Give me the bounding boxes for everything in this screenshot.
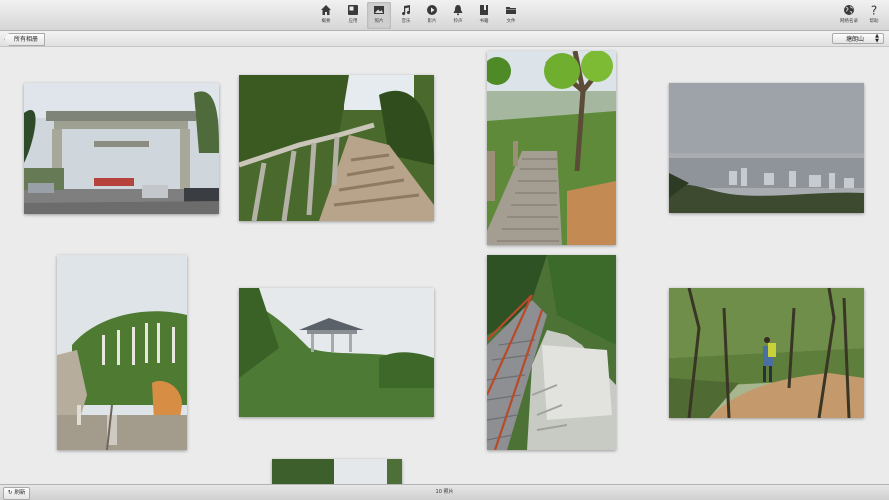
photo-grid	[0, 47, 889, 484]
globe-icon	[844, 5, 854, 15]
toolbar-network[interactable]: 网络名录	[836, 4, 862, 29]
help-icon: ?	[871, 4, 877, 16]
toolbar-photos-label: 照片	[374, 19, 384, 24]
toolbar-movies-label: 影片	[427, 19, 437, 24]
home-icon	[321, 5, 331, 15]
photo-count: 10 照片	[435, 489, 454, 495]
photo-pavilion[interactable]	[239, 288, 434, 417]
toolbar-apps-label: 应用	[348, 19, 358, 24]
photo-partial-image	[272, 459, 402, 484]
toolbar-books[interactable]: 书籍	[472, 4, 496, 29]
toolbar-ringtones-label: 铃声	[453, 19, 463, 24]
main-toolbar: 概要 应用 照片 音乐 影片 铃声 书籍 文件 网络名录 ? 帮助	[0, 0, 889, 31]
all-albums-back-button[interactable]: 所有相册	[4, 33, 46, 46]
toolbar-files-label: 文件	[506, 19, 516, 24]
toolbar-music-label: 音乐	[401, 19, 411, 24]
folder-icon	[506, 7, 516, 14]
photo-tree-stairs-image	[487, 51, 616, 245]
toolbar-books-label: 书籍	[479, 19, 489, 24]
photo-forest-hiker-image	[669, 288, 864, 418]
toolbar-help[interactable]: ? 帮助	[864, 4, 884, 29]
photo-stone-steps-image	[239, 75, 434, 221]
album-select[interactable]: 塘朗山 ▲ ▼	[832, 33, 884, 44]
toolbar-ringtones[interactable]: 铃声	[446, 4, 470, 29]
toolbar-music[interactable]: 音乐	[394, 4, 418, 29]
photo-rock-garden[interactable]	[57, 255, 187, 450]
status-bar: ↻ 刷新 10 照片	[0, 484, 889, 500]
photo-city-haze[interactable]	[669, 83, 864, 213]
photo-pavilion-image	[239, 288, 434, 417]
bell-icon	[453, 5, 463, 16]
apps-icon	[348, 5, 358, 15]
album-select-value: 塘朗山	[846, 36, 865, 43]
toolbar-apps[interactable]: 应用	[341, 4, 365, 29]
photo-tree-stairs[interactable]	[487, 51, 616, 245]
photo-forest-hiker[interactable]	[669, 288, 864, 418]
toolbar-overview-label: 概要	[321, 19, 331, 24]
photo-rock-garden-image	[57, 255, 187, 450]
toolbar-movies[interactable]: 影片	[420, 4, 444, 29]
photo-gate-image	[24, 83, 219, 214]
svg-text:?: ?	[871, 4, 877, 16]
photo-gate[interactable]	[24, 83, 219, 214]
toolbar-photos[interactable]: 照片	[367, 2, 391, 29]
toolbar-overview[interactable]: 概要	[314, 4, 338, 29]
photo-red-railing-image	[487, 255, 616, 450]
play-icon	[427, 5, 437, 15]
photo-red-railing-stairs[interactable]	[487, 255, 616, 450]
music-icon	[402, 5, 411, 16]
updown-chevron-icon: ▲ ▼	[875, 33, 879, 44]
book-icon	[480, 5, 488, 15]
photo-city-haze-image	[669, 83, 864, 213]
toolbar-network-label: 网络名录	[840, 19, 858, 24]
photo-stone-steps-railing[interactable]	[239, 75, 434, 221]
toolbar-files[interactable]: 文件	[499, 4, 523, 29]
toolbar-help-label: 帮助	[869, 19, 879, 24]
photos-icon	[374, 6, 384, 14]
navigation-bar: 所有相册 塘朗山 ▲ ▼	[0, 31, 889, 47]
photo-partial[interactable]	[272, 459, 402, 484]
